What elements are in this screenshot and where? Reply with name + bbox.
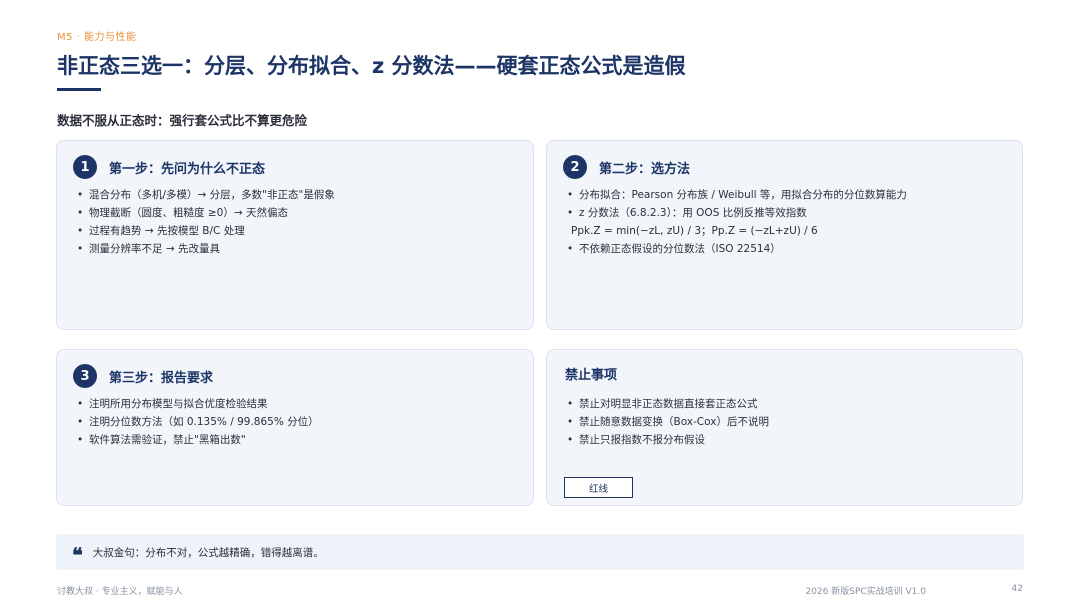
list-item: 注明分位数方法（如 0.135% / 99.865% 分位） <box>77 413 319 431</box>
card-list: 混合分布（多机/多模）→ 分层，多数"非正态"是假象 物理截断（圆度、粗糙度 ≥… <box>77 186 335 258</box>
card-list: 分布拟合：Pearson 分布族 / Weibull 等，用拟合分布的分位数算能… <box>567 186 907 258</box>
quote-bar: ❝ 大叔金句：分布不对，公式越精确，错得越离谱。 <box>56 534 1024 570</box>
card-list: 注明所用分布模型与拟合优度检验结果 注明分位数方法（如 0.135% / 99.… <box>77 395 319 449</box>
list-item: 混合分布（多机/多模）→ 分层，多数"非正态"是假象 <box>77 186 335 204</box>
page-title: 非正态三选一：分层、分布拟合、z 分数法——硬套正态公式是造假 <box>57 54 686 78</box>
step-number-badge: 1 <box>73 155 97 179</box>
card-title: 第一步：先问为什么不正态 <box>109 161 266 177</box>
card-prohibitions: 禁止事项 禁止对明显非正态数据直接套正态公式 禁止随意数据变换（Box-Cox）… <box>546 349 1023 506</box>
list-item: 过程有趋势 → 先按模型 B/C 处理 <box>77 222 335 240</box>
card-header: 2 第二步：选方法 <box>563 155 690 179</box>
list-item: 分布拟合：Pearson 分布族 / Weibull 等，用拟合分布的分位数算能… <box>567 186 907 204</box>
page-subtitle: 数据不服从正态时：强行套公式比不算更危险 <box>57 113 308 128</box>
card-title: 第二步：选方法 <box>599 161 691 177</box>
formula-line: Ppk.Z = min(−zL, zU) / 3；Pp.Z = (−zL+zU)… <box>571 225 818 237</box>
list-item: 软件算法需验证，禁止"黑箱出数" <box>77 431 319 449</box>
quote-text: 大叔金句：分布不对，公式越精确，错得越离谱。 <box>92 546 324 559</box>
title-underline <box>57 88 101 91</box>
step-number-badge: 2 <box>563 155 587 179</box>
footer-left: 讨教大叔 · 专业主义，赋能与人 <box>57 587 183 597</box>
card-step-2: 2 第二步：选方法 分布拟合：Pearson 分布族 / Weibull 等，用… <box>546 140 1023 330</box>
footer-right: 2026 新版SPC实战培训 V1.0 <box>805 587 926 597</box>
section-tag: M5 · 能力与性能 <box>57 32 137 43</box>
card-list: 禁止对明显非正态数据直接套正态公式 禁止随意数据变换（Box-Cox）后不说明 … <box>567 395 769 449</box>
redline-button[interactable]: 红线 <box>564 477 633 498</box>
list-item: 禁止随意数据变换（Box-Cox）后不说明 <box>567 413 769 431</box>
list-item: 不依赖正态假设的分位数法（ISO 22514） <box>567 240 907 258</box>
card-title: 禁止事项 <box>565 368 618 383</box>
list-item: z 分数法（6.8.2.3）：用 OOS 比例反推等效指数 <box>567 204 907 222</box>
list-item: 物理截断（圆度、粗糙度 ≥0）→ 天然偏态 <box>77 204 335 222</box>
list-item: 注明所用分布模型与拟合优度检验结果 <box>77 395 319 413</box>
step-number-badge: 3 <box>73 364 97 388</box>
list-item: 测量分辨率不足 → 先改量具 <box>77 240 335 258</box>
list-item: 禁止只报指数不报分布假设 <box>567 431 769 449</box>
quote-icon: ❝ <box>72 543 83 567</box>
list-item: 禁止对明显非正态数据直接套正态公式 <box>567 395 769 413</box>
card-step-1: 1 第一步：先问为什么不正态 混合分布（多机/多模）→ 分层，多数"非正态"是假… <box>56 140 534 330</box>
card-header: 1 第一步：先问为什么不正态 <box>73 155 265 179</box>
page-number: 42 <box>1011 584 1023 594</box>
card-header: 禁止事项 <box>565 364 617 383</box>
card-header: 3 第三步：报告要求 <box>73 364 213 388</box>
card-step-3: 3 第三步：报告要求 注明所用分布模型与拟合优度检验结果 注明分位数方法（如 0… <box>56 349 534 506</box>
card-title: 第三步：报告要求 <box>109 370 214 386</box>
